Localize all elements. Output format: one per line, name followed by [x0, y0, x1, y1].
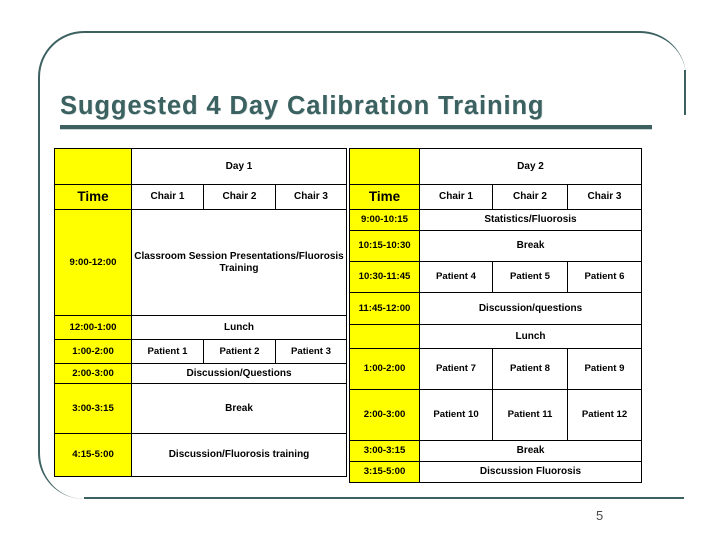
day2-time-cell: 10:15-10:30	[349, 230, 420, 262]
day2-patient-cell: Patient 9	[567, 348, 642, 390]
table-row: 12:00-1:00 Lunch	[54, 315, 347, 340]
table-row: 2:00-3:00 Patient 10 Patient 11 Patient …	[349, 389, 642, 441]
day2-corner-cell	[349, 148, 420, 185]
day2-chair-1-header: Chair 1	[419, 184, 493, 210]
day1-time-cell: 9:00-12:00	[54, 209, 132, 316]
slide-frame-bottom-edge	[84, 497, 684, 499]
table-row: Time Chair 1 Chair 2 Chair 3	[349, 184, 642, 210]
day1-activity-cell: Discussion/Fluorosis training	[131, 433, 347, 477]
table-row: Day 2	[349, 148, 642, 185]
day1-chair-3-header: Chair 3	[275, 184, 347, 210]
schedule-tables: Day 1 Time Chair 1 Chair 2 Chair 3 9:00-…	[54, 148, 642, 483]
day1-header-label: Day 1	[131, 148, 347, 185]
day1-time-cell: 1:00-2:00	[54, 339, 132, 364]
page-title: Suggested 4 Day Calibration Training	[60, 92, 545, 120]
day2-activity-cell: Statistics/Fluorosis	[419, 209, 642, 231]
day2-activity-cell: Break	[419, 440, 642, 462]
day1-chair-1-header: Chair 1	[131, 184, 204, 210]
table-row: Time Chair 1 Chair 2 Chair 3	[54, 184, 347, 210]
day2-patient-cell: Patient 8	[492, 348, 568, 390]
table-row: 11:45-12:00 Discussion/questions	[349, 292, 642, 325]
table-row: Lunch	[349, 324, 642, 349]
day1-activity-cell: Break	[131, 383, 347, 434]
day2-time-cell: 3:00-3:15	[349, 440, 420, 462]
table-row: 3:00-3:15 Break	[349, 440, 642, 462]
day2-activity-cell: Break	[419, 230, 642, 262]
day2-time-cell: 9:00-10:15	[349, 209, 420, 231]
day1-schedule-table: Day 1 Time Chair 1 Chair 2 Chair 3 9:00-…	[54, 148, 347, 477]
day1-time-header: Time	[54, 184, 132, 210]
table-row: 3:15-5:00 Discussion Fluorosis	[349, 461, 642, 483]
day2-patient-cell: Patient 4	[419, 261, 493, 293]
table-row: Day 1	[54, 148, 347, 185]
table-row: 1:00-2:00 Patient 7 Patient 8 Patient 9	[349, 348, 642, 390]
title-block: Suggested 4 Day Calibration Training	[60, 92, 660, 131]
day2-time-cell: 10:30-11:45	[349, 261, 420, 293]
day1-activity-cell: Discussion/Questions	[131, 363, 347, 384]
table-row: 10:30-11:45 Patient 4 Patient 5 Patient …	[349, 261, 642, 293]
day2-time-cell: 1:00-2:00	[349, 348, 420, 390]
day2-schedule-table: Day 2 Time Chair 1 Chair 2 Chair 3 9:00-…	[349, 148, 642, 483]
day2-activity-cell: Discussion Fluorosis	[419, 461, 642, 483]
day2-patient-cell: Patient 10	[419, 389, 493, 441]
day1-time-cell: 2:00-3:00	[54, 363, 132, 384]
day2-patient-cell: Patient 11	[492, 389, 568, 441]
day1-time-cell: 3:00-3:15	[54, 383, 132, 434]
day2-chair-2-header: Chair 2	[492, 184, 568, 210]
day2-time-header: Time	[349, 184, 420, 210]
table-row: 3:00-3:15 Break	[54, 383, 347, 434]
day2-time-cell: 2:00-3:00	[349, 389, 420, 441]
slide-frame-right-edge	[684, 70, 686, 115]
day1-patient-cell: Patient 1	[131, 339, 204, 364]
day2-time-cell: 3:15-5:00	[349, 461, 420, 483]
day1-time-cell: 4:15-5:00	[54, 433, 132, 477]
day1-corner-cell	[54, 148, 132, 185]
table-row: 1:00-2:00 Patient 1 Patient 2 Patient 3	[54, 339, 347, 364]
day2-time-cell: 11:45-12:00	[349, 292, 420, 325]
table-row: 9:00-12:00 Classroom Session Presentatio…	[54, 209, 347, 316]
day1-activity-cell: Classroom Session Presentations/Fluorosi…	[131, 209, 347, 316]
day2-chair-3-header: Chair 3	[567, 184, 642, 210]
day1-patient-cell: Patient 3	[275, 339, 347, 364]
day2-header-label: Day 2	[419, 148, 642, 185]
day2-patient-cell: Patient 7	[419, 348, 493, 390]
day2-time-cell-empty	[349, 324, 420, 349]
day2-activity-cell: Lunch	[419, 324, 642, 349]
page-number: 5	[596, 508, 604, 523]
table-row: 4:15-5:00 Discussion/Fluorosis training	[54, 433, 347, 477]
table-row: 10:15-10:30 Break	[349, 230, 642, 262]
table-row: 2:00-3:00 Discussion/Questions	[54, 363, 347, 384]
day1-time-cell: 12:00-1:00	[54, 315, 132, 340]
day1-patient-cell: Patient 2	[203, 339, 276, 364]
day2-patient-cell: Patient 12	[567, 389, 642, 441]
day2-patient-cell: Patient 6	[567, 261, 642, 293]
day1-chair-2-header: Chair 2	[203, 184, 276, 210]
table-row: 9:00-10:15 Statistics/Fluorosis	[349, 209, 642, 231]
day2-activity-cell: Discussion/questions	[419, 292, 642, 325]
title-underline-shadow	[60, 129, 652, 131]
day1-activity-cell: Lunch	[131, 315, 347, 340]
day2-patient-cell: Patient 5	[492, 261, 568, 293]
